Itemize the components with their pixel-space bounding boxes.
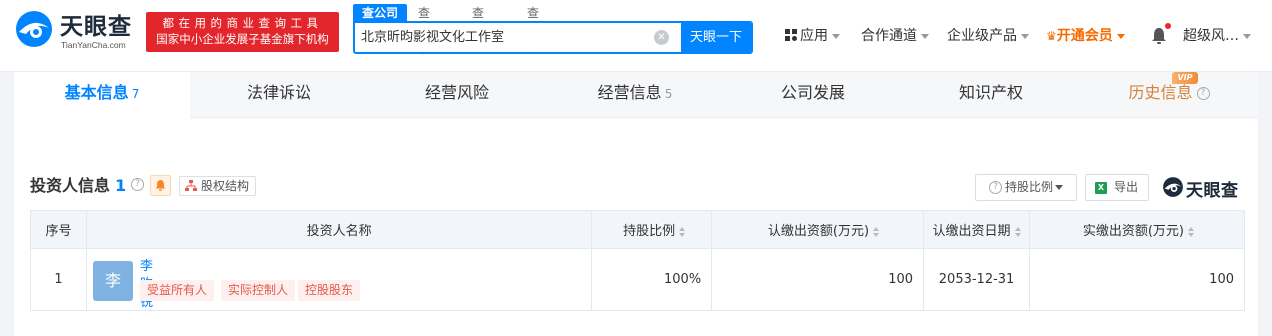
logo-eye-icon [1163,177,1183,197]
tab-history[interactable]: 历史信息? [1080,72,1258,118]
nav-apps-label: 应用 [800,28,828,44]
tab-label: 历史信息 [1128,83,1193,102]
section-count: 1 [115,176,127,195]
search-tab-relation[interactable]: 查关系 [472,4,484,56]
clear-icon[interactable]: ✕ [654,30,669,45]
watermark-text: 天眼查 [1186,181,1239,201]
row-date: 2053-12-31 [923,248,1031,311]
search-tab-company[interactable]: 查公司 [353,4,407,22]
equity-structure-label: 股权结构 [201,179,250,193]
help-icon[interactable]: ? [1196,87,1210,100]
tab-label: 公司发展 [780,83,845,102]
row-index: 1 [30,248,87,311]
nav-enterprise-label: 企业级产品 [947,28,1017,44]
col-ratio[interactable]: 持股比例 [591,210,713,249]
col-ratio-label: 持股比例 [623,224,676,239]
nav-vip-label: 开通会员 [1056,28,1113,44]
slogan-banner: 都在用的商业查询工具 国家中小企业发展子基金旗下机构 [146,12,339,52]
bell-icon [155,180,166,191]
equity-structure-button[interactable]: 股权结构 [179,176,256,196]
tab-label: 经营信息 [597,83,662,102]
row-ratio: 100% [591,248,713,311]
row-subscribed: 100 [711,248,925,311]
search-box: 北京昕昀影视文化工作室 ✕ 天眼一下 [353,21,753,54]
logo-text: 天眼查 [60,14,132,40]
col-subscribed-label: 认缴出资额(万元) [767,224,870,239]
chevron-down-icon [1116,33,1125,39]
tab-count: 7 [131,87,140,101]
tab-label: 基本信息 [64,83,129,102]
tab-legal[interactable]: 法律诉讼 [190,72,368,118]
col-paid-label: 实缴出资额(万元) [1082,224,1184,239]
chevron-down-icon [1055,185,1064,190]
export-button[interactable]: X 导出 [1085,174,1149,201]
detail-tabs: 基本信息 7 法律诉讼 经营风险 经营信息 5 公司发展 知识产权 历史信息? [14,72,1258,119]
tab-basic-info[interactable]: 基本信息 7 [14,72,190,119]
section-title: 投资人信息 [30,176,111,195]
sort-icon [873,226,880,237]
export-label: 导出 [1114,180,1139,194]
sort-icon [1014,226,1021,237]
tab-label: 法律诉讼 [246,83,311,102]
help-icon[interactable]: ? [131,178,144,191]
excel-icon: X [1095,182,1107,194]
col-paid[interactable]: 实缴出资额(万元) [1029,210,1245,249]
nav-cooperation-label: 合作通道 [861,28,917,44]
logo[interactable]: 天眼查 TianYanCha.com [14,10,138,50]
ratio-filter-label: 持股比例 [1005,180,1054,194]
tab-risk[interactable]: 经营风险 [368,72,546,118]
org-chart-icon [185,180,197,191]
chevron-down-icon [832,33,840,39]
nav-apps[interactable]: 应用 [785,28,840,44]
row-paid: 100 [1029,248,1245,311]
tab-label: 知识产权 [958,83,1023,102]
nav-vip[interactable]: ♛开通会员 [1046,28,1125,44]
search-tab-risk[interactable]: 查风险 [527,4,539,56]
avatar[interactable]: 李 [93,261,133,301]
col-investor-name: 投资人名称 [85,210,593,249]
slogan-line-2: 国家中小企业发展子基金旗下机构 [156,32,329,46]
notification-dot [1165,23,1171,29]
tab-operation[interactable]: 经营信息 5 [546,72,724,118]
tab-development[interactable]: 公司发展 [724,72,902,118]
bell-icon[interactable] [1150,26,1168,46]
ratio-filter-button[interactable]: ? 持股比例 [975,174,1077,201]
chevron-down-icon [1243,33,1251,39]
watermark-logo: 天眼查 [1162,174,1247,201]
search-input[interactable]: 北京昕昀影视文化工作室 [361,30,504,46]
tag-actual-controller: 实际控制人 [221,280,296,301]
logo-domain: TianYanCha.com [61,40,126,50]
col-subscribed[interactable]: 认缴出资额(万元) [711,210,925,249]
nav-user-label: 超级风… [1183,28,1239,44]
nav-cooperation[interactable]: 合作通道 [861,28,929,44]
col-index: 序号 [30,210,87,249]
nav-user[interactable]: 超级风… [1183,28,1251,44]
help-icon: ? [989,181,1002,194]
chevron-down-icon [1021,33,1029,39]
top-header: 天眼查 TianYanCha.com 都在用的商业查询工具 国家中小企业发展子基… [0,0,1272,72]
nav-enterprise[interactable]: 企业级产品 [947,28,1029,44]
search-button[interactable]: 天眼一下 [681,23,751,52]
tab-count: 5 [664,87,673,101]
chevron-down-icon [921,33,929,39]
logo-eye-icon [16,11,52,47]
sort-icon [679,226,686,237]
col-date-label: 认缴出资日期 [932,224,1011,239]
tab-label: 经营风险 [424,83,489,102]
search-tab-boss[interactable]: 查老板 [418,4,430,56]
crown-icon: ♛ [1046,29,1057,43]
tag-controlling-shareholder: 控股股东 [298,280,361,301]
grid-icon [785,29,797,41]
monitor-button[interactable] [150,175,171,196]
sort-icon [1188,226,1194,237]
tag-beneficial-owner: 受益所有人 [140,280,215,301]
vip-badge: VIP [1172,72,1198,84]
slogan-line-1: 都在用的商业查询工具 [162,16,323,30]
tab-ip[interactable]: 知识产权 [902,72,1080,118]
table-header-row: 序号 投资人名称 持股比例 认缴出资额(万元) 认缴出资日期 实缴出资额(万元) [30,210,1245,249]
col-date[interactable]: 认缴出资日期 [923,210,1031,249]
